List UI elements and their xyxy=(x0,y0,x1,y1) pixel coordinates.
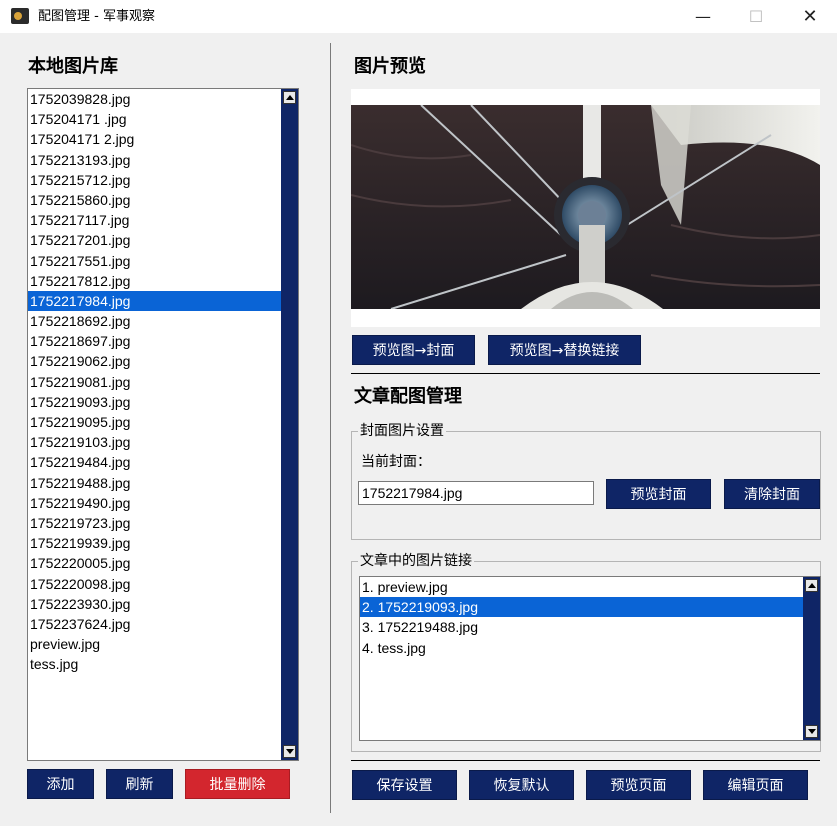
panel-divider xyxy=(330,43,331,813)
article-images-heading: 文章配图管理 xyxy=(354,386,462,407)
preview-cover-button[interactable]: 预览封面 xyxy=(606,479,711,509)
window-title: 配图管理 - 军事观察 xyxy=(38,9,155,24)
title-bar: 配图管理 - 军事观察 — ☐ ✕ xyxy=(0,0,837,33)
list-item[interactable]: 175204171 .jpg xyxy=(28,109,281,129)
list-item[interactable]: 1752219093.jpg xyxy=(28,392,281,412)
local-list-scrollbar[interactable] xyxy=(281,89,298,760)
preview-to-cover-button[interactable]: 预览图→封面 xyxy=(352,335,475,365)
list-item[interactable]: 1752219939.jpg xyxy=(28,533,281,553)
list-item[interactable]: 1752215712.jpg xyxy=(28,170,281,190)
scroll-down-icon[interactable] xyxy=(283,745,296,758)
list-item[interactable]: 1752219095.jpg xyxy=(28,412,281,432)
list-item[interactable]: 1752217812.jpg xyxy=(28,271,281,291)
list-item[interactable]: 1752217984.jpg xyxy=(28,290,281,312)
list-item[interactable]: 1752217201.jpg xyxy=(28,230,281,250)
list-item[interactable]: 2. 1752219093.jpg xyxy=(360,597,805,618)
current-cover-label: 当前封面： xyxy=(361,454,431,470)
list-item[interactable]: 1752219490.jpg xyxy=(28,493,281,513)
batch-delete-button[interactable]: 批量删除 xyxy=(185,769,290,799)
save-settings-button[interactable]: 保存设置 xyxy=(352,770,457,800)
list-item[interactable]: preview.jpg xyxy=(28,634,281,654)
list-item[interactable]: 1752217117.jpg xyxy=(28,210,281,230)
local-library-heading: 本地图片库 xyxy=(28,56,118,77)
cover-settings-label: 封面图片设置 xyxy=(358,422,446,440)
refresh-button[interactable]: 刷新 xyxy=(106,769,173,799)
restore-default-button[interactable]: 恢复默认 xyxy=(469,770,574,800)
preview-image xyxy=(351,105,820,309)
list-item[interactable]: 1752219062.jpg xyxy=(28,351,281,371)
scroll-up-icon[interactable] xyxy=(283,91,296,104)
list-item[interactable]: 1. preview.jpg xyxy=(360,577,805,597)
minimize-button[interactable]: — xyxy=(680,0,726,33)
list-item[interactable]: 3. 1752219488.jpg xyxy=(360,617,805,637)
edit-page-button[interactable]: 编辑页面 xyxy=(703,770,808,800)
list-item[interactable]: 1752219723.jpg xyxy=(28,513,281,533)
add-button[interactable]: 添加 xyxy=(27,769,94,799)
app-icon xyxy=(11,8,29,24)
preview-area xyxy=(351,89,820,327)
close-button[interactable]: ✕ xyxy=(787,0,833,33)
footer-divider xyxy=(351,760,820,761)
scroll-down-icon[interactable] xyxy=(805,725,818,738)
list-item[interactable]: 4. tess.jpg xyxy=(360,638,805,658)
links-list-scrollbar[interactable] xyxy=(803,577,820,740)
section-divider xyxy=(351,373,820,374)
list-item[interactable]: 1752219081.jpg xyxy=(28,372,281,392)
list-item[interactable]: 1752039828.jpg xyxy=(28,89,281,109)
preview-heading: 图片预览 xyxy=(354,56,426,77)
article-links-list[interactable]: 1. preview.jpg 2. 1752219093.jpg 3. 175221… xyxy=(359,576,821,741)
list-item[interactable]: 1752237624.jpg xyxy=(28,614,281,634)
article-links-label: 文章中的图片链接 xyxy=(358,552,474,570)
list-item[interactable]: 1752215860.jpg xyxy=(28,190,281,210)
scroll-up-icon[interactable] xyxy=(805,579,818,592)
preview-page-button[interactable]: 预览页面 xyxy=(586,770,691,800)
list-item[interactable]: 1752220098.jpg xyxy=(28,574,281,594)
list-item[interactable]: 175204171 2.jpg xyxy=(28,129,281,149)
list-item[interactable]: 1752218692.jpg xyxy=(28,311,281,331)
list-item[interactable]: 1752218697.jpg xyxy=(28,331,281,351)
list-item[interactable]: 1752213193.jpg xyxy=(28,150,281,170)
preview-to-replace-link-button[interactable]: 预览图→替换链接 xyxy=(488,335,641,365)
local-image-list[interactable]: 1752039828.jpg 175204171 .jpg 175204171 2.… xyxy=(27,88,299,761)
list-item[interactable]: 1752219484.jpg xyxy=(28,452,281,472)
list-item[interactable]: 1752219103.jpg xyxy=(28,432,281,452)
list-item[interactable]: 1752217551.jpg xyxy=(28,251,281,271)
current-cover-field[interactable]: 1752217984.jpg xyxy=(358,481,594,505)
list-item[interactable]: tess.jpg xyxy=(28,654,281,674)
main-panel: 本地图片库 1752039828.jpg 175204171 .jpg 175204… xyxy=(0,33,837,826)
list-item[interactable]: 1752223930.jpg xyxy=(28,594,281,614)
list-item[interactable]: 1752219488.jpg xyxy=(28,473,281,493)
clear-cover-button[interactable]: 清除封面 xyxy=(724,479,820,509)
list-item[interactable]: 1752220005.jpg xyxy=(28,553,281,573)
maximize-button[interactable]: ☐ xyxy=(733,0,779,33)
